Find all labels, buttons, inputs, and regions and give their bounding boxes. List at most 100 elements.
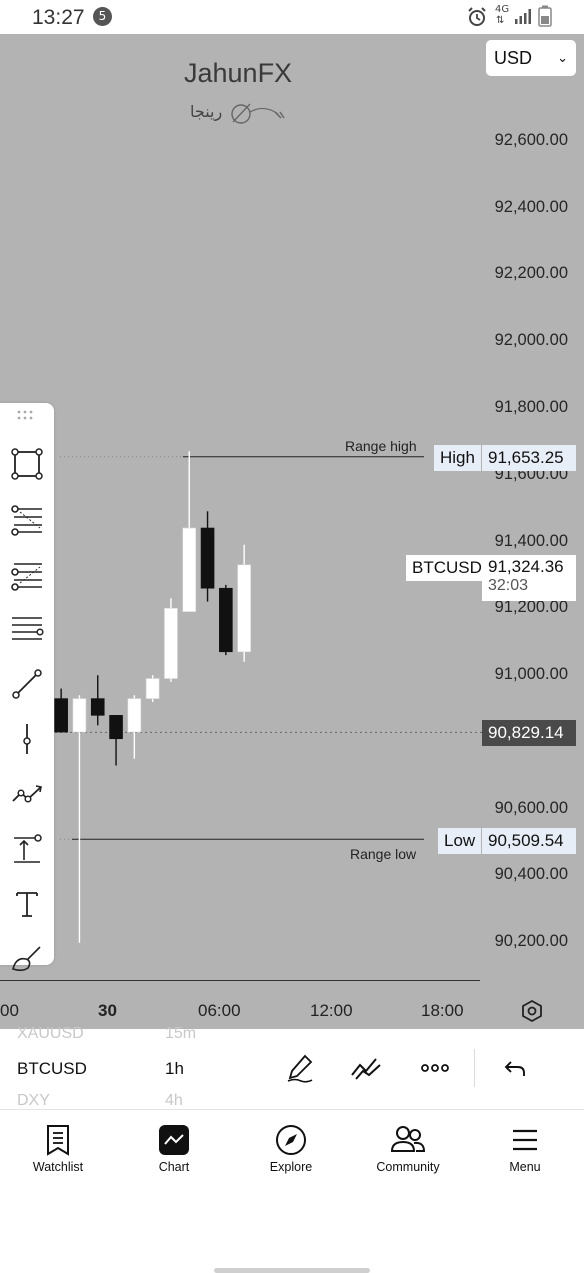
nav-label: Watchlist: [32, 1160, 84, 1174]
trend-line-icon: [12, 669, 42, 699]
signal-icon: [514, 7, 532, 25]
more-options-icon[interactable]: [418, 1051, 452, 1085]
brush-tool[interactable]: [7, 939, 47, 979]
chart-settings-icon[interactable]: [520, 999, 544, 1023]
brush-icon: [12, 946, 41, 972]
measure-tool[interactable]: [7, 829, 47, 869]
status-bar: 13:27 5 4G ⇅: [0, 0, 584, 34]
candle-body: [72, 698, 87, 733]
interval-option-above[interactable]: 15m: [165, 1025, 196, 1043]
text-icon: [16, 892, 38, 917]
symbol-selector[interactable]: BTCUSD: [17, 1059, 87, 1079]
battery-icon: [538, 5, 552, 27]
vertical-line-icon: [23, 724, 31, 754]
range-high-tag: High: [434, 445, 481, 471]
measure-icon: [14, 834, 42, 863]
price-tick-label: 91,400.00: [494, 532, 568, 550]
candle-body: [219, 587, 233, 653]
candle-countdown: 32:03: [488, 577, 529, 594]
price-tick-label: 92,400.00: [494, 198, 568, 216]
range-low-tag: Low: [438, 828, 482, 854]
price-tick-label: 91,800.00: [494, 398, 568, 416]
nav-label: Chart: [158, 1160, 190, 1174]
data-arrows-icon: ⇅: [496, 15, 505, 26]
horizontal-lines-tool[interactable]: [7, 609, 47, 649]
indicators-icon[interactable]: [349, 1051, 383, 1085]
brand-logo: رينجا: [188, 98, 288, 128]
price-tick-label: 91,000.00: [494, 665, 568, 683]
bottom-nav: Watchlist Chart Explore Community Menu: [0, 1109, 584, 1273]
time-tick-label: 12:00: [310, 1001, 353, 1020]
fib-retracement-icon: [11, 505, 42, 536]
vertical-line-tool[interactable]: [7, 719, 47, 759]
text-tool[interactable]: [7, 884, 47, 924]
nav-explore[interactable]: Explore: [236, 1110, 346, 1201]
range-low-price: 90,509.54: [482, 828, 576, 854]
alarm-icon: [466, 6, 488, 28]
candle-body: [90, 698, 105, 716]
candle-body: [237, 564, 251, 653]
time-tick-label: 06:00: [198, 1001, 241, 1020]
logo-swirl-icon: [231, 103, 285, 124]
time-tick-label: 18:00: [421, 1001, 464, 1020]
price-tick-label: 90,600.00: [494, 799, 568, 817]
watchlist-icon: [38, 1120, 78, 1160]
range-high-price: 91,653.25: [482, 445, 576, 471]
nav-menu[interactable]: Menu: [470, 1110, 580, 1201]
nav-community[interactable]: Community: [353, 1110, 463, 1201]
network-type-label: 4G: [495, 4, 510, 15]
toolbar-divider: [474, 1049, 475, 1087]
price-axis[interactable]: 92,600.00 92,400.00 92,200.00 92,000.00 …: [480, 34, 584, 1029]
time-axis-line: [0, 980, 480, 981]
brand-title: JahunFX: [184, 58, 293, 88]
bottom-panel: XAUUSD BTCUSD DXY 15m 1h 4h Watchlist Ch…: [0, 1025, 584, 1273]
time-tick-label: 00: [0, 1001, 19, 1020]
current-price-tag: 91,324.36 32:03: [482, 555, 576, 601]
candle-body: [127, 698, 142, 733]
nav-label: Menu: [509, 1160, 541, 1174]
nav-watchlist[interactable]: Watchlist: [3, 1110, 113, 1201]
candle-body: [54, 698, 68, 733]
drawing-toolbar: [0, 403, 54, 972]
nav-chart[interactable]: Chart: [119, 1110, 229, 1201]
rectangle-icon: [11, 448, 43, 480]
candle-body: [200, 527, 215, 589]
nav-label: Community: [376, 1160, 440, 1174]
interval-option-below[interactable]: 4h: [165, 1092, 183, 1110]
notification-count-badge: 5: [93, 7, 112, 26]
price-tick-label: 92,600.00: [494, 131, 568, 149]
rectangle-tool[interactable]: [7, 444, 47, 484]
candle-body: [145, 678, 160, 699]
undo-icon[interactable]: [498, 1051, 532, 1085]
candle-body: [164, 607, 178, 679]
price-tick-label: 92,200.00: [494, 264, 568, 282]
current-price: 91,324.36: [488, 557, 564, 576]
candle-body: [182, 527, 197, 612]
price-tick-label: 92,000.00: [494, 331, 568, 349]
status-time: 13:27: [32, 6, 85, 29]
nav-label: Explore: [269, 1160, 313, 1174]
brand-logo-text: رينجا: [190, 102, 223, 121]
time-tick-label: 30: [98, 1001, 117, 1020]
chart-icon: [154, 1120, 194, 1160]
drag-handle-icon[interactable]: [16, 409, 38, 423]
candle-body: [109, 715, 123, 740]
path-tool[interactable]: [7, 774, 47, 814]
community-icon: [388, 1120, 428, 1160]
fib-extension-icon: [11, 563, 42, 591]
home-indicator: [214, 1268, 370, 1273]
fib-retracement-tool[interactable]: [7, 499, 47, 539]
range-high-label: Range high: [345, 438, 417, 454]
range-low-label: Range low: [350, 846, 417, 862]
path-icon: [12, 785, 42, 803]
interval-selector[interactable]: 1h: [165, 1059, 184, 1079]
symbol-option-above[interactable]: XAUUSD: [17, 1025, 84, 1043]
chart-area[interactable]: JahunFX رينجا USD ⌄ 92,600.00 92,400.00 …: [0, 34, 584, 1029]
price-tick-label: 90,200.00: [494, 932, 568, 950]
compass-icon: [271, 1120, 311, 1160]
symbol-option-below[interactable]: DXY: [17, 1092, 50, 1110]
fib-extension-tool[interactable]: [7, 554, 47, 594]
price-tick-label: 90,400.00: [494, 865, 568, 883]
draw-pen-icon[interactable]: [283, 1051, 317, 1085]
trend-line-tool[interactable]: [7, 664, 47, 704]
